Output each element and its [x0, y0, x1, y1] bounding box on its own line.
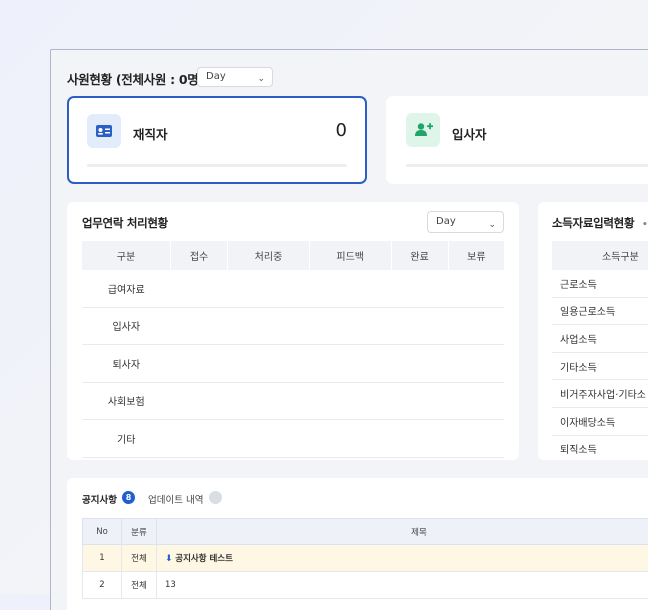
task-col-feedback: 피드백 [309, 241, 391, 270]
notice-category: 전체 [122, 572, 157, 599]
chevron-down-icon: ⌄ [488, 215, 496, 235]
task-row-label: 기타 [82, 420, 171, 458]
table-row[interactable]: 사회보험 [82, 382, 504, 420]
task-row-label: 퇴사자 [82, 345, 171, 383]
income-col-type: 소득구분 [552, 241, 648, 270]
task-col-hold: 보류 [448, 241, 504, 270]
list-item[interactable]: 일용근로소득 [552, 297, 648, 325]
notice-count-badge: 8 [122, 491, 135, 504]
dashboard-window: 사원현황 (전체사원 : 0명) Day ⌄ 재직자 0 [50, 49, 648, 610]
id-card-icon [87, 114, 121, 148]
table-row[interactable]: 입사자 [82, 307, 504, 345]
list-item[interactable]: 퇴직소득 [552, 435, 648, 460]
employee-period-select[interactable]: Day ⌄ [197, 67, 273, 87]
task-row-label: 사회보험 [82, 382, 171, 420]
notice-col-category: 분류 [122, 519, 157, 545]
task-row-label: 입사자 [82, 307, 171, 345]
income-status-table: 소득구분 근로소득 일용근로소득 사업소득 기타소득 비거주자사업·기타소 이자… [552, 241, 648, 460]
task-status-table: 구분 접수 처리중 피드백 완료 보류 급여자료 입사자 퇴사자 사회보험 기타 [82, 241, 504, 458]
table-row[interactable]: 기타 [82, 420, 504, 458]
tab-updates[interactable]: 업데이트 내역 [148, 492, 203, 506]
card-new-hires[interactable]: 입사자 [386, 96, 648, 184]
task-col-category: 구분 [82, 241, 171, 270]
table-row[interactable]: 급여자료 [82, 270, 504, 307]
table-row[interactable]: 2 전체 13 [83, 572, 648, 599]
notice-title[interactable]: 13 [157, 572, 648, 599]
employee-period-value: Day [206, 71, 226, 82]
task-col-received: 접수 [171, 241, 228, 270]
list-item[interactable]: 근로소득 [552, 270, 648, 297]
list-item[interactable]: 사업소득 [552, 325, 648, 353]
pin-icon: ⬇ [165, 554, 173, 564]
notice-col-no: No [83, 519, 122, 545]
page-title: 사원현황 (전체사원 : 0명) [67, 69, 204, 88]
task-period-select[interactable]: Day ⌄ [427, 211, 504, 233]
income-row-label: 기타소득 [552, 352, 648, 380]
table-row[interactable]: 1 전체 ⬇ 공지사항 테스트 [83, 545, 648, 572]
income-row-label: 퇴직소득 [552, 435, 648, 460]
task-status-title: 업무연락 처리현황 [82, 215, 168, 231]
task-row-label: 급여자료 [82, 270, 171, 307]
asterisk-icon: • [642, 220, 647, 230]
card-employed-progress [87, 164, 347, 167]
notice-category: 전체 [122, 545, 157, 572]
income-status-title: 소득자료입력현황 • [552, 215, 647, 231]
income-row-label: 근로소득 [552, 270, 648, 297]
notice-table: No 분류 제목 1 전체 ⬇ 공지사항 테스트 2 전체 13 [82, 518, 648, 599]
tab-notice[interactable]: 공지사항 [82, 492, 117, 506]
task-status-panel: 업무연락 처리현황 Day ⌄ 구분 접수 처리중 피드백 완료 보류 급여자료… [67, 202, 519, 460]
task-col-done: 완료 [391, 241, 448, 270]
card-new-hires-label: 입사자 [452, 124, 487, 143]
income-status-panel: 소득자료입력현황 • 소득구분 근로소득 일용근로소득 사업소득 기타소득 비거… [538, 202, 648, 460]
chevron-down-icon: ⌄ [257, 70, 265, 88]
updates-count-badge [209, 491, 222, 504]
income-row-label: 이자배당소득 [552, 407, 648, 435]
notice-title-cell[interactable]: ⬇ 공지사항 테스트 [157, 545, 648, 572]
task-col-processing: 처리중 [228, 241, 310, 270]
list-item[interactable]: 이자배당소득 [552, 407, 648, 435]
table-row[interactable]: 퇴사자 [82, 345, 504, 383]
income-row-label: 비거주자사업·기타소 [552, 380, 648, 408]
notice-no: 2 [83, 572, 122, 599]
notice-no: 1 [83, 545, 122, 572]
notice-col-title: 제목 [157, 519, 648, 545]
list-item[interactable]: 비거주자사업·기타소 [552, 380, 648, 408]
notice-title: 공지사항 테스트 [175, 554, 233, 564]
card-employed[interactable]: 재직자 0 [67, 96, 367, 184]
user-plus-icon [406, 113, 440, 147]
card-employed-label: 재직자 [133, 124, 168, 143]
card-new-hires-progress [406, 164, 648, 167]
notice-panel: 공지사항 8 업데이트 내역 No 분류 제목 1 전체 ⬇ 공지사항 테스트 [67, 478, 648, 610]
income-row-label: 사업소득 [552, 325, 648, 353]
card-employed-count: 0 [336, 120, 347, 141]
task-period-value: Day [436, 216, 456, 227]
list-item[interactable]: 기타소득 [552, 352, 648, 380]
income-row-label: 일용근로소득 [552, 297, 648, 325]
